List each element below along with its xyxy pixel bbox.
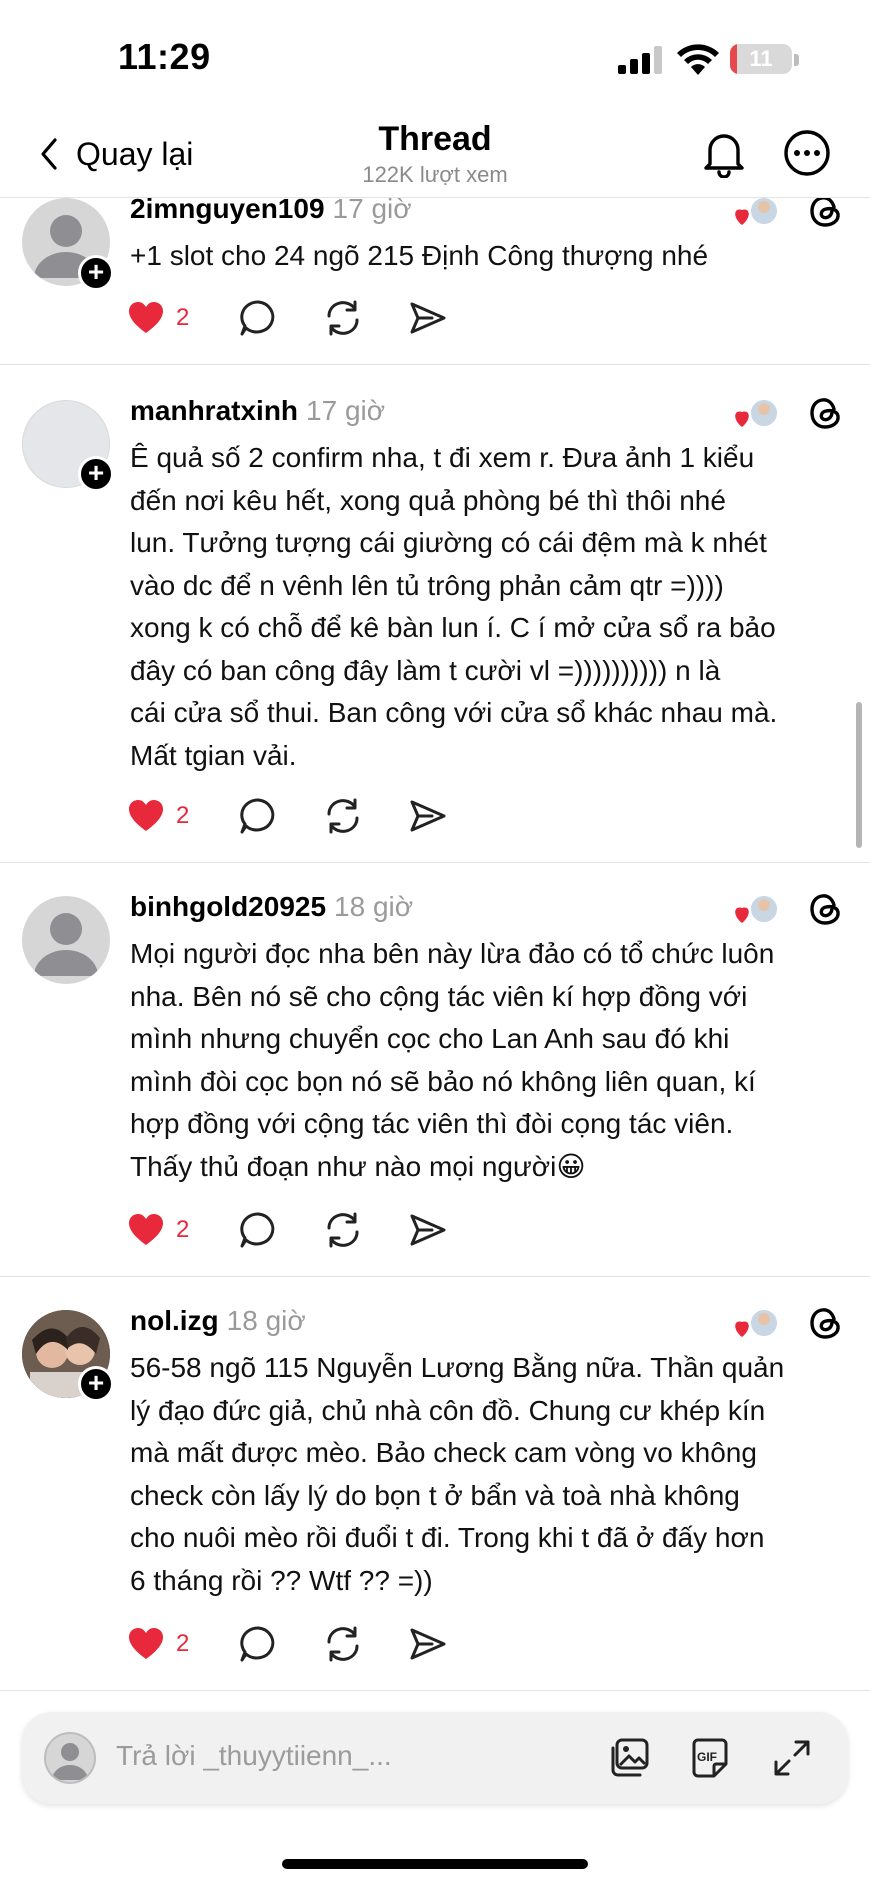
post-line: Mọi người đọc nha bên này lừa đảo có tổ …	[130, 938, 775, 969]
thread-header: Quay lại Thread 122K lượt xem	[0, 110, 870, 198]
share-send-icon[interactable]	[408, 796, 448, 836]
post-line: check còn lấy lý do bọn t ở bẩn và toà n…	[130, 1479, 740, 1511]
like-count: 2	[176, 1216, 190, 1243]
post-line: mà mất được mèo. Bảo check cam vòng vo k…	[130, 1437, 757, 1468]
comment-icon[interactable]	[238, 1210, 278, 1250]
repost-icon[interactable]	[323, 1624, 363, 1664]
reply-post: + nol.izg 18 giờ 56-58 ngõ 115 Nguyễn Lươ…	[0, 1277, 870, 1691]
liked-by-author-icon	[735, 398, 779, 428]
post-line: 6 tháng rồi ?? Wtf ?? =))	[130, 1564, 433, 1596]
home-indicator[interactable]	[282, 1859, 588, 1869]
post-line: Thấy thủ đoạn như nào mọi người😀	[130, 1150, 586, 1182]
avatar	[44, 1732, 96, 1784]
share-send-icon[interactable]	[408, 298, 448, 338]
post-text: Mọi người đọc nha bên này lừa đảo có tổ …	[130, 933, 850, 1188]
post-line: lun. Tưởng tượng cái giường có cái đệm m…	[130, 527, 767, 558]
post-text: 56-58 ngõ 115 Nguyễn Lương Bằng nữa. Thầ…	[130, 1347, 850, 1602]
post-line: vào dc để n vênh lên tủ trông phản cảm q…	[130, 569, 724, 601]
heart-filled-icon[interactable]	[128, 799, 164, 833]
reply-post: + manhratxinh 17 giờ Ê quả số 2 confirm n…	[0, 365, 870, 863]
heart-filled-icon[interactable]	[128, 1627, 164, 1661]
comment-icon[interactable]	[238, 796, 278, 836]
post-line: lý đạo đức giả, chủ nhà côn đồ. Chung cư…	[130, 1394, 766, 1426]
post-line: +1 slot cho 24 ngõ 215 Định Công thượng …	[130, 240, 709, 271]
reply-input[interactable]: Trả lời _thuyytiienn_...	[116, 1740, 392, 1772]
svg-text:GIF: GIF	[697, 1750, 717, 1764]
post-meta: manhratxinh 17 giờ	[130, 395, 385, 427]
battery-percent: 11	[749, 46, 773, 71]
comment-icon[interactable]	[238, 1624, 278, 1664]
post-line: hợp đồng với cộng tác viên thì đòi cọng …	[130, 1108, 734, 1139]
post-line: 56-58 ngõ 115 Nguyễn Lương Bằng nữa. Thầ…	[130, 1352, 785, 1383]
like-count: 2	[176, 802, 190, 829]
post-text: Ê quả số 2 confirm nha, t đi xem r. Đưa …	[130, 437, 850, 777]
threads-logo-icon[interactable]	[808, 890, 844, 928]
post-actions: 2	[128, 1210, 493, 1250]
threads-logo-icon[interactable]	[808, 394, 844, 432]
post-line: Mất tgian vải.	[130, 739, 297, 771]
bell-icon[interactable]	[700, 128, 748, 178]
post-line: mình nhưng chuyển cọc cho Lan Anh sau đó…	[130, 1023, 730, 1054]
post-line: đến nơi kêu hết, xong quả phòng bé thì t…	[130, 484, 726, 516]
repost-icon[interactable]	[323, 796, 363, 836]
like-count: 2	[176, 304, 190, 331]
post-line: đây có ban công đây làm t cười vl =)))))…	[130, 654, 721, 686]
scrollbar[interactable]	[856, 702, 862, 848]
status-bar: 11:29 11	[0, 0, 870, 110]
post-time: 18 giờ	[226, 1305, 306, 1336]
post-actions: 2	[128, 298, 493, 338]
post-line: cho nuôi mèo rồi đuổi t đi. Trong khi t …	[130, 1522, 765, 1553]
post-text: +1 slot cho 24 ngõ 215 Định Công thượng …	[130, 235, 850, 278]
expand-icon[interactable]	[770, 1736, 814, 1780]
post-time: 18 giờ	[334, 891, 414, 922]
battery-indicator: 11	[730, 44, 792, 74]
post-line: Ê quả số 2 confirm nha, t đi xem r. Đưa …	[130, 442, 755, 473]
battery-cap	[794, 54, 799, 66]
liked-by-author-icon	[735, 1308, 779, 1338]
post-actions: 2	[128, 1624, 493, 1664]
liked-by-author-icon	[735, 894, 779, 924]
comment-icon[interactable]	[238, 298, 278, 338]
post-line: xong k có chỗ để kê bàn lun í. C í mở cử…	[130, 612, 776, 643]
heart-filled-icon[interactable]	[128, 301, 164, 335]
repost-icon[interactable]	[323, 1210, 363, 1250]
follow-plus-button[interactable]: +	[78, 1366, 114, 1402]
like-count: 2	[176, 1630, 190, 1657]
cellular-signal-icon	[618, 46, 664, 74]
post-meta: binhgold20925 18 giờ	[130, 891, 413, 923]
post-line: mình đòi cọc bọn nó sẽ bảo nó không liên…	[130, 1065, 756, 1097]
post-actions: 2	[128, 796, 493, 836]
username[interactable]: binhgold20925	[130, 891, 326, 922]
reply-post: binhgold20925 18 giờ Mọi người đọc nha bê…	[0, 863, 870, 1277]
post-line: nha. Bên nó sẽ cho cộng tác viên kí hợp …	[130, 980, 748, 1012]
username[interactable]: manhratxinh	[130, 395, 298, 426]
gif-icon[interactable]: GIF	[688, 1736, 732, 1780]
heart-filled-icon[interactable]	[128, 1213, 164, 1247]
threads-logo-icon[interactable]	[808, 1304, 844, 1342]
post-line: cái cửa sổ thui. Ban công với cửa sổ khá…	[130, 697, 778, 728]
more-options-icon[interactable]	[782, 128, 832, 178]
clock: 11:29	[118, 36, 211, 77]
reply-bar[interactable]: Trả lời _thuyytiienn_... GIF	[22, 1712, 848, 1804]
avatar[interactable]	[22, 896, 110, 984]
post-time: 17 giờ	[306, 395, 386, 426]
liked-by-author-icon	[735, 196, 779, 226]
username[interactable]: nol.izg	[130, 1305, 219, 1336]
follow-plus-button[interactable]: +	[78, 255, 114, 291]
repost-icon[interactable]	[323, 298, 363, 338]
share-send-icon[interactable]	[408, 1624, 448, 1664]
reply-post: + 2imnguyen109 17 giờ +1 slot cho 24 ngõ …	[0, 193, 870, 365]
share-send-icon[interactable]	[408, 1210, 448, 1250]
wifi-icon	[677, 44, 719, 75]
follow-plus-button[interactable]: +	[78, 456, 114, 492]
gallery-icon[interactable]	[608, 1736, 652, 1780]
post-meta: nol.izg 18 giờ	[130, 1305, 306, 1337]
